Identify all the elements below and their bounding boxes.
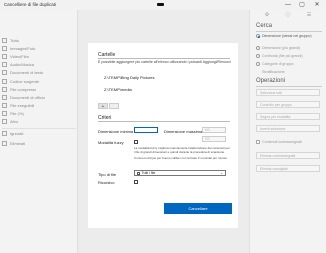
search-option-label: Confronta (file più grandi) xyxy=(262,54,303,58)
sidebar-item-files[interactable]: File (%) xyxy=(2,110,76,118)
sidebar-item-text[interactable]: Documenti di testo xyxy=(2,69,76,77)
image-icon xyxy=(2,46,7,51)
info-icon[interactable]: ⓘ xyxy=(285,12,291,18)
check-by-group-button[interactable]: Controllo per gruppo xyxy=(256,101,320,108)
document-icon xyxy=(2,70,7,75)
file-icon xyxy=(2,111,7,116)
executable-icon xyxy=(2,103,7,108)
sidebar-item-executables[interactable]: File eseguibili xyxy=(2,102,76,110)
sidebar-divider xyxy=(2,128,76,129)
search-option-label: Categorie di gruppo xyxy=(262,62,294,66)
criteria-divider xyxy=(98,121,230,122)
sidebar-item-audio[interactable]: Audio/Musica xyxy=(2,61,76,69)
mark-by-mode-button[interactable]: Segna per modalità xyxy=(256,113,320,120)
operations-divider xyxy=(256,86,322,87)
folders-divider xyxy=(98,58,230,59)
sidebar-item-office[interactable]: Documenti di ufficio xyxy=(2,94,76,102)
search-divider xyxy=(256,31,322,32)
search-option-radio[interactable] xyxy=(256,62,260,66)
delete-recommended-button[interactable]: Elimina consigliati xyxy=(256,165,320,172)
min-size-label: Dimensione minima xyxy=(98,129,134,134)
max-size-label: Dimensione massima xyxy=(164,129,203,134)
minimize-button[interactable]: — xyxy=(282,0,294,10)
close-button[interactable]: ✕ xyxy=(311,0,323,10)
add-folder-button[interactable]: + xyxy=(98,103,108,110)
marked-content-label: Contenuti contrassegnati xyxy=(262,140,302,144)
folder-path[interactable]: Z:\TEMP\media xyxy=(104,87,132,92)
sidebar-item-deleted[interactable]: Eliminati xyxy=(2,140,76,148)
gear-icon[interactable]: ⚙ xyxy=(264,12,270,18)
sidebar-item-videos[interactable]: Video/Film xyxy=(2,53,76,61)
max-size-input[interactable]: KB xyxy=(202,127,226,133)
file-type-label: Tipo di file xyxy=(98,172,117,177)
invert-selection-button[interactable]: Inverti selezione xyxy=(256,125,320,132)
fuzzy-option-input[interactable]: KB xyxy=(202,136,226,142)
archive-icon xyxy=(2,87,7,92)
search-option-label: Stratificazione xyxy=(262,70,285,74)
menu-icon[interactable]: ☰ xyxy=(306,12,312,18)
sidebar-item-ignored[interactable]: Ignorati xyxy=(2,130,76,138)
video-icon xyxy=(2,54,7,59)
sidebar-item-images[interactable]: Immagini/Foto xyxy=(2,45,76,53)
title-bar: Cancelliere di file duplicati — ▢ ✕ xyxy=(0,0,326,10)
sidebar-item-compressed[interactable]: File compressi xyxy=(2,86,76,94)
sidebar-item-all[interactable]: Tutto xyxy=(2,37,76,45)
recursion-checkbox[interactable] xyxy=(134,180,138,184)
min-size-input[interactable] xyxy=(134,127,158,133)
file-type-icon xyxy=(137,171,140,175)
search-option-label: Dimensione (più grandi) xyxy=(262,46,301,50)
folders-description: È possibile aggiungere più cartelle all'… xyxy=(98,60,231,64)
sidebar-item-other[interactable]: Altro xyxy=(2,118,76,126)
marked-content-checkbox[interactable] xyxy=(256,140,260,144)
operations-heading: Operazioni xyxy=(256,78,286,84)
sidebar-item-source[interactable]: Codice sorgente xyxy=(2,78,76,86)
window-title: Cancelliere di file duplicati xyxy=(4,2,57,7)
search-option-radio[interactable] xyxy=(256,46,260,50)
category-icon xyxy=(2,38,7,43)
folder-path[interactable]: Z:\TEMP\Bing Daily Pictures xyxy=(104,75,154,80)
fuzzy-mode-label: Modalità fuzzy xyxy=(98,140,124,145)
maximize-button[interactable]: ▢ xyxy=(296,0,308,10)
delete-marked-button[interactable]: Elimina contrassegnati xyxy=(256,152,320,159)
fuzzy-mode-note-secondary: Il numero di byte per buono cullbox con … xyxy=(134,156,228,160)
search-heading: Cerca xyxy=(256,23,273,29)
fuzzy-mode-note: La modalità fuzzy migliora notevolmente … xyxy=(134,146,230,154)
other-icon xyxy=(2,119,7,124)
select-all-button[interactable]: Seleziona tutti xyxy=(256,89,320,96)
recursion-label: Ricorsivo xyxy=(98,180,115,185)
fuzzy-mode-checkbox[interactable] xyxy=(134,140,138,144)
trash-icon xyxy=(2,141,7,146)
chevron-down-icon: ⌄ xyxy=(220,171,223,175)
remove-folder-button[interactable] xyxy=(109,103,119,109)
search-option-radio[interactable] xyxy=(256,54,260,58)
code-icon xyxy=(2,79,7,84)
file-type-select[interactable]: Tutti i file ⌄ xyxy=(134,170,226,176)
view-toggle[interactable] xyxy=(157,3,164,6)
start-button[interactable]: Cancellare xyxy=(164,203,232,214)
search-option-radio[interactable] xyxy=(256,34,260,38)
music-icon xyxy=(2,62,7,67)
search-option-label: Dimensione (stessi nel gruppo) xyxy=(262,34,312,38)
ignore-icon xyxy=(2,131,7,136)
office-icon xyxy=(2,95,7,100)
